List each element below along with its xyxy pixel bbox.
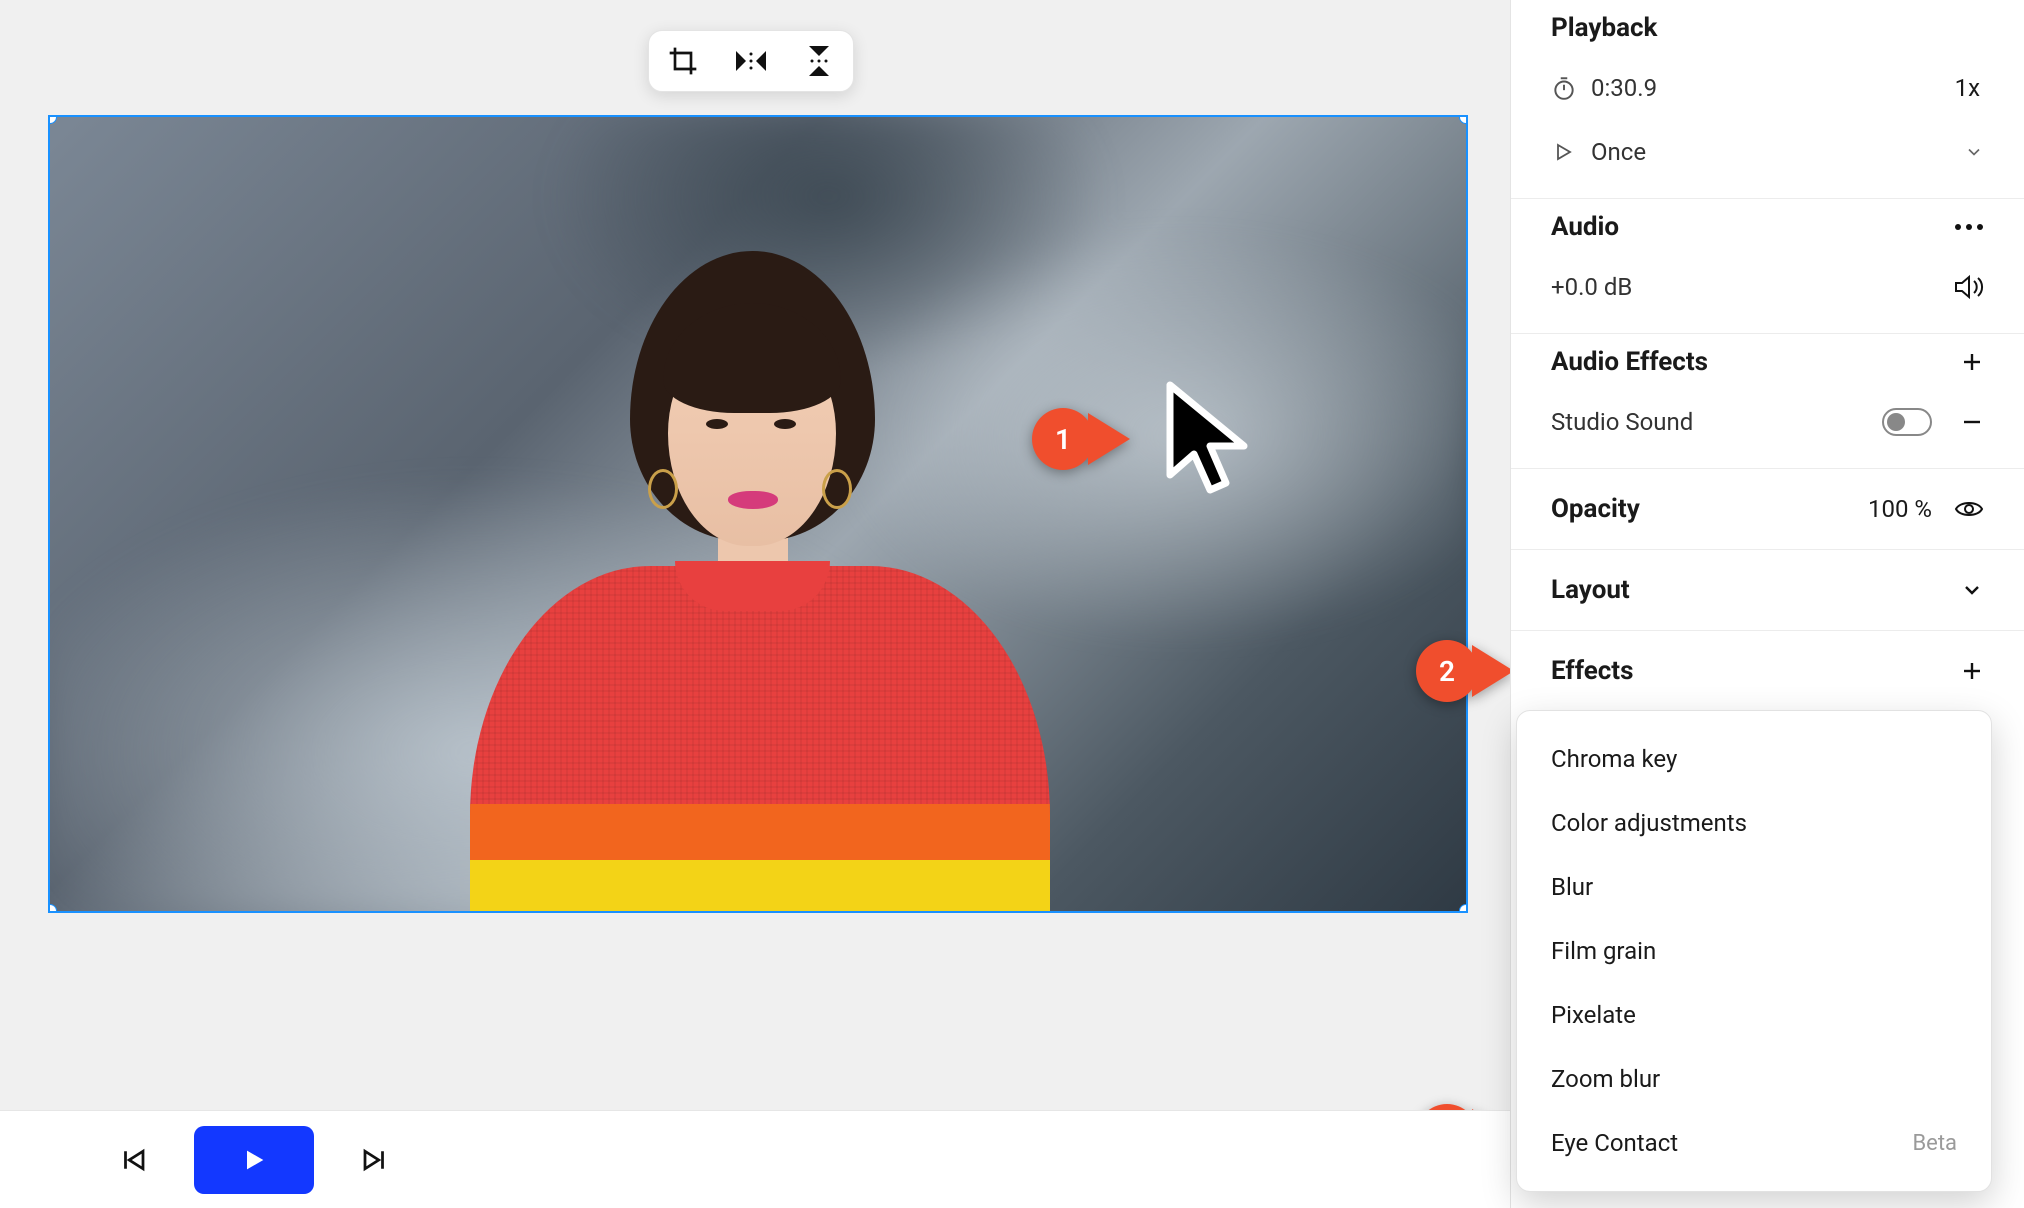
playback-title: Playback: [1551, 13, 1657, 43]
effect-chroma-key[interactable]: Chroma key: [1517, 727, 1991, 791]
add-audio-effect-button[interactable]: [1950, 350, 1984, 374]
audio-gain-row[interactable]: +0.0 dB: [1551, 255, 1984, 319]
remove-studio-sound-button[interactable]: [1950, 410, 1984, 434]
section-layout[interactable]: Layout: [1511, 550, 2024, 631]
audio-effect-studio-sound[interactable]: Studio Sound: [1551, 390, 1984, 454]
video-preview[interactable]: [48, 115, 1468, 913]
crop-icon: [667, 45, 699, 77]
annotation-step-1: 1: [1032, 408, 1094, 470]
section-effects: Effects: [1511, 631, 2024, 711]
chevron-down-icon: [1960, 578, 1984, 602]
flip-vertical-icon: [804, 44, 834, 78]
chevron-down-icon: [1964, 142, 1984, 162]
canvas-area: [0, 0, 1510, 1110]
effect-eye-contact[interactable]: Eye Contact Beta: [1517, 1111, 1991, 1175]
playback-duration-row[interactable]: 0:30.9 1x: [1551, 56, 1984, 120]
play-icon: [240, 1146, 268, 1174]
annotation-step-2: 2: [1416, 640, 1478, 702]
prev-frame-button[interactable]: [110, 1137, 156, 1183]
more-horizontal-icon: [1954, 222, 1984, 232]
beta-tag: Beta: [1912, 1131, 1957, 1156]
section-playback: Playback 0:30.9 1x Once: [1511, 0, 2024, 199]
studio-sound-toggle[interactable]: [1882, 408, 1932, 436]
plus-icon: [1960, 350, 1984, 374]
flip-horizontal-button[interactable]: [731, 41, 771, 81]
skip-back-icon: [118, 1145, 148, 1175]
section-opacity: Opacity 100 %: [1511, 469, 2024, 550]
layout-title: Layout: [1551, 575, 1950, 605]
play-outline-icon: [1551, 140, 1575, 164]
resize-handle-bl[interactable]: [48, 904, 57, 913]
effects-title: Effects: [1551, 656, 1950, 686]
effects-menu: Chroma key Color adjustments Blur Film g…: [1516, 710, 1992, 1192]
effect-pixelate[interactable]: Pixelate: [1517, 983, 1991, 1047]
playback-bar: [0, 1110, 1510, 1208]
speed-value: 1x: [1955, 74, 1980, 102]
opacity-title: Opacity: [1551, 494, 1868, 524]
audio-effects-title: Audio Effects: [1551, 347, 1950, 377]
resize-handle-tr[interactable]: [1459, 115, 1468, 124]
resize-handle-tl[interactable]: [48, 115, 57, 124]
playback-loop-row[interactable]: Once: [1551, 120, 1984, 184]
opacity-value: 100 %: [1868, 495, 1932, 523]
add-effect-button[interactable]: [1950, 659, 1984, 683]
effect-blur[interactable]: Blur: [1517, 855, 1991, 919]
resize-handle-br[interactable]: [1459, 904, 1468, 913]
plus-icon: [1960, 659, 1984, 683]
audio-title: Audio: [1551, 212, 1950, 242]
flip-horizontal-icon: [734, 46, 768, 76]
minus-icon: [1960, 410, 1984, 434]
crop-button[interactable]: [663, 41, 703, 81]
video-subject: [430, 211, 1090, 911]
effect-color-adjustments[interactable]: Color adjustments: [1517, 791, 1991, 855]
duration-value: 0:30.9: [1591, 74, 1955, 102]
cursor-pointer-graphic: [1160, 380, 1260, 510]
volume-icon: [1954, 274, 1984, 300]
flip-vertical-button[interactable]: [799, 41, 839, 81]
next-frame-button[interactable]: [352, 1137, 398, 1183]
audio-more-button[interactable]: [1950, 222, 1984, 232]
eye-icon: [1954, 498, 1984, 520]
studio-sound-label: Studio Sound: [1551, 408, 1882, 436]
opacity-row[interactable]: Opacity 100 %: [1551, 469, 1984, 549]
effect-film-grain[interactable]: Film grain: [1517, 919, 1991, 983]
skip-forward-icon: [360, 1145, 390, 1175]
section-audio-effects: Audio Effects Studio Sound: [1511, 334, 2024, 469]
volume-button[interactable]: [1950, 274, 1984, 300]
audio-gain-value: +0.0 dB: [1551, 273, 1950, 301]
play-button[interactable]: [194, 1126, 314, 1194]
section-audio: Audio +0.0 dB: [1511, 199, 2024, 334]
effect-zoom-blur[interactable]: Zoom blur: [1517, 1047, 1991, 1111]
clip-toolbar: [648, 30, 854, 92]
stopwatch-icon: [1551, 75, 1577, 101]
